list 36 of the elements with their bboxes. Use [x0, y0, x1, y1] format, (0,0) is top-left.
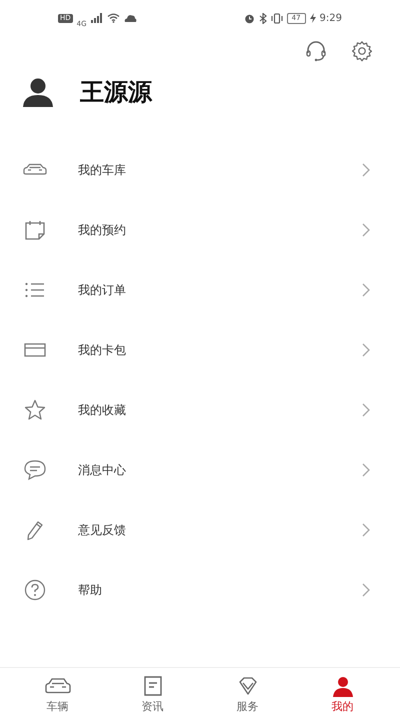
- calendar-icon: [23, 219, 47, 241]
- chevron-icon: [362, 283, 370, 297]
- user-name: 王源源: [80, 77, 152, 108]
- avatar-icon[interactable]: [22, 77, 54, 107]
- chevron-icon: [362, 523, 370, 537]
- menu-item[interactable]: 消息中心: [0, 440, 400, 500]
- nav-tab[interactable]: 资讯: [118, 668, 188, 720]
- menu-item[interactable]: 我的车库: [0, 140, 400, 200]
- menu-item[interactable]: 我的卡包: [0, 320, 400, 380]
- nav-tab[interactable]: 服务: [212, 668, 282, 720]
- nav-tab[interactable]: 车辆: [22, 668, 92, 720]
- chevron-icon: [362, 403, 370, 417]
- menu-item[interactable]: 我的订单: [0, 260, 400, 320]
- clock-time: 9:29: [320, 12, 342, 24]
- wifi-icon: [106, 13, 120, 23]
- bluetooth-icon: [258, 12, 267, 24]
- settings-icon[interactable]: [351, 40, 373, 62]
- menu-item[interactable]: 意见反馈: [0, 500, 400, 560]
- menu-item[interactable]: 我的预约: [0, 200, 400, 260]
- headset-icon[interactable]: [305, 40, 327, 62]
- chat-icon: [23, 459, 47, 481]
- menu-item[interactable]: 我的收藏: [0, 380, 400, 440]
- cloud-icon: [124, 14, 137, 22]
- help-icon: [23, 579, 47, 601]
- star-icon: [23, 399, 47, 421]
- charging-icon: [310, 13, 316, 23]
- vibrate-icon: [270, 12, 283, 24]
- alarm-icon: [244, 12, 255, 24]
- nav-tab[interactable]: 我的: [308, 668, 378, 720]
- chevron-icon: [362, 223, 370, 237]
- chevron-icon: [362, 343, 370, 357]
- chevron-icon: [362, 583, 370, 597]
- signal-icon: [90, 13, 103, 23]
- chevron-icon: [362, 463, 370, 477]
- chevron-icon: [362, 163, 370, 177]
- menu-item[interactable]: 帮助: [0, 560, 400, 620]
